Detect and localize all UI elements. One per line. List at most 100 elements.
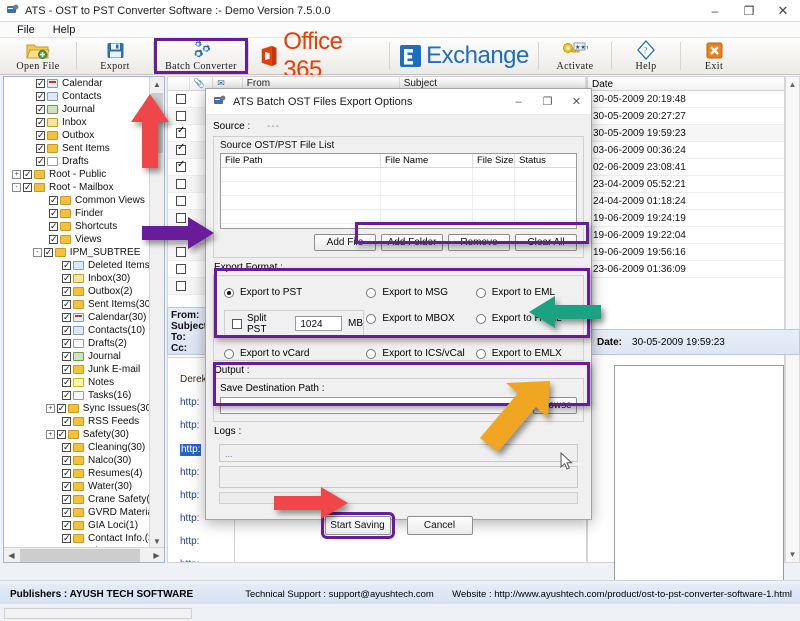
tree-node[interactable]: Junk E-mail bbox=[4, 363, 150, 376]
tree-node-checkbox[interactable] bbox=[36, 131, 45, 140]
browse-button[interactable]: Browse bbox=[533, 397, 577, 414]
toolbar-button-activate[interactable]: ★★★ Activate bbox=[539, 38, 611, 74]
tree-node-checkbox[interactable] bbox=[62, 456, 71, 465]
message-row-checkbox[interactable] bbox=[176, 196, 186, 206]
tree-node-checkbox[interactable] bbox=[62, 339, 71, 348]
radio-export-to-pst[interactable]: Export to PST bbox=[224, 284, 366, 301]
body-link-line[interactable]: http: bbox=[180, 444, 201, 456]
toolbar-button-exit[interactable]: Exit bbox=[681, 38, 747, 74]
tree-node[interactable]: Calendar bbox=[4, 77, 150, 90]
expand-icon[interactable]: + bbox=[46, 430, 55, 439]
scroll-up-icon[interactable]: ▲ bbox=[150, 77, 164, 92]
tree-node-checkbox[interactable] bbox=[62, 534, 71, 543]
column-blank[interactable] bbox=[168, 76, 190, 91]
message-row-checkbox[interactable] bbox=[176, 281, 186, 291]
split-pst-checkbox[interactable] bbox=[232, 319, 242, 329]
tree-node[interactable]: Finder bbox=[4, 207, 150, 220]
tree-node-checkbox[interactable] bbox=[36, 157, 45, 166]
tree-node[interactable]: Inbox bbox=[4, 116, 150, 129]
tree-node-checkbox[interactable] bbox=[62, 495, 71, 504]
tree-vertical-scrollbar[interactable]: ▲ ▼ bbox=[149, 77, 164, 549]
tree-node[interactable]: +Safety(30) bbox=[4, 428, 150, 441]
tree-node-checkbox[interactable] bbox=[62, 521, 71, 530]
tree-node-checkbox[interactable] bbox=[62, 313, 71, 322]
tree-node[interactable]: Nalco(30) bbox=[4, 454, 150, 467]
tree-node[interactable]: -IPM_SUBTREE bbox=[4, 246, 150, 259]
message-row-checkbox[interactable] bbox=[176, 111, 186, 121]
tree-horizontal-scrollbar[interactable]: ◀ ▶ bbox=[4, 547, 164, 562]
tree-node[interactable]: Crane Safety(3) bbox=[4, 493, 150, 506]
dialog-maximize-button[interactable]: ❐ bbox=[533, 89, 562, 115]
tree-node[interactable]: RSS Feeds bbox=[4, 415, 150, 428]
tree-node[interactable]: Calendar(30) bbox=[4, 311, 150, 324]
tree-node-checkbox[interactable] bbox=[62, 391, 71, 400]
toolbar-button-help[interactable]: ? Help bbox=[612, 38, 680, 74]
scroll-down-icon[interactable]: ▼ bbox=[786, 547, 799, 562]
scroll-left-icon[interactable]: ◀ bbox=[4, 548, 19, 563]
toolbar-button-batch-converter[interactable]: Batch Converter bbox=[154, 38, 248, 74]
tree-node-checkbox[interactable] bbox=[62, 326, 71, 335]
body-link-line[interactable]: http: bbox=[168, 536, 234, 548]
tree-node[interactable]: Water(30) bbox=[4, 480, 150, 493]
toolbar-button-exchange[interactable]: Exchange bbox=[390, 38, 538, 74]
table-row[interactable] bbox=[221, 168, 576, 182]
close-button[interactable]: ✕ bbox=[766, 0, 800, 22]
radio-export-to-emlx[interactable]: Export to EMLX bbox=[476, 345, 583, 362]
tree-node-checkbox[interactable] bbox=[62, 261, 71, 270]
tree-node[interactable]: GIA Loci(1) bbox=[4, 519, 150, 532]
collapse-icon[interactable]: - bbox=[12, 183, 21, 192]
message-row-checkbox[interactable] bbox=[176, 128, 186, 138]
tree-node-checkbox[interactable] bbox=[62, 274, 71, 283]
footer-website[interactable]: Website : http://www.ayushtech.com/produ… bbox=[452, 589, 792, 600]
tree-node[interactable]: Deleted Items bbox=[4, 259, 150, 272]
tree-node-checkbox[interactable] bbox=[62, 352, 71, 361]
date-cell[interactable]: 19-06-2009 19:24:19 bbox=[588, 210, 784, 227]
radio-export-to-ics-vcal[interactable]: Export to ICS/vCal bbox=[366, 345, 475, 362]
tree-node-checkbox[interactable] bbox=[36, 92, 45, 101]
message-row-checkbox[interactable] bbox=[176, 162, 186, 172]
tree-node[interactable]: Outbox bbox=[4, 129, 150, 142]
tree-node-checkbox[interactable] bbox=[62, 287, 71, 296]
clear-all-button[interactable]: Clear All bbox=[515, 234, 577, 251]
date-cell[interactable]: 23-06-2009 01:36:09 bbox=[588, 261, 784, 278]
collapse-icon[interactable]: - bbox=[33, 248, 42, 257]
tree-node[interactable]: Drafts bbox=[4, 155, 150, 168]
tree-node[interactable]: Shortcuts bbox=[4, 220, 150, 233]
dialog-close-button[interactable]: ✕ bbox=[562, 89, 591, 115]
tree-node-checkbox[interactable] bbox=[49, 209, 58, 218]
folder-tree-list[interactable]: CalendarContactsJournalInboxOutboxSent I… bbox=[4, 77, 150, 549]
date-cell[interactable]: 02-06-2009 23:08:41 bbox=[588, 159, 784, 176]
message-row-checkbox[interactable] bbox=[176, 264, 186, 274]
date-cell[interactable]: 03-06-2009 00:36:24 bbox=[588, 142, 784, 159]
tree-node[interactable]: Cleaning(30) bbox=[4, 441, 150, 454]
date-cell[interactable]: 30-05-2009 19:59:23 bbox=[588, 125, 784, 142]
add-folder-button[interactable]: Add Folder bbox=[381, 234, 443, 251]
menu-item-help[interactable]: Help bbox=[44, 24, 85, 36]
add-file-button[interactable]: Add File bbox=[314, 234, 376, 251]
tree-node-checkbox[interactable] bbox=[36, 105, 45, 114]
message-row-checkbox[interactable] bbox=[176, 247, 186, 257]
tree-node-checkbox[interactable] bbox=[62, 443, 71, 452]
radio-export-to-eml[interactable]: Export to EML bbox=[476, 284, 583, 301]
tree-node-checkbox[interactable] bbox=[57, 404, 66, 413]
cancel-button[interactable]: Cancel bbox=[407, 516, 473, 535]
tree-node-checkbox[interactable] bbox=[49, 196, 58, 205]
tree-node[interactable]: Journal bbox=[4, 350, 150, 363]
column-status[interactable]: Status bbox=[515, 154, 575, 167]
radio-export-to-html[interactable]: Export to HTML bbox=[476, 310, 583, 327]
tree-node-checkbox[interactable] bbox=[62, 469, 71, 478]
tree-node[interactable]: Common Views bbox=[4, 194, 150, 207]
split-size-input[interactable]: 1024 bbox=[295, 316, 342, 331]
date-column-header[interactable]: Date bbox=[587, 76, 785, 91]
tree-node-checkbox[interactable] bbox=[57, 430, 66, 439]
toolbar-button-office-365[interactable]: Office 365 bbox=[249, 38, 389, 74]
message-row-checkbox[interactable] bbox=[176, 94, 186, 104]
tree-node-checkbox[interactable] bbox=[44, 248, 53, 257]
tree-node[interactable]: GVRD Materials(6) bbox=[4, 506, 150, 519]
message-row-checkbox[interactable] bbox=[176, 145, 186, 155]
date-cell[interactable]: 30-05-2009 20:19:48 bbox=[588, 91, 784, 108]
scroll-up-icon[interactable]: ▲ bbox=[786, 77, 799, 92]
tree-node-checkbox[interactable] bbox=[36, 144, 45, 153]
table-row[interactable] bbox=[221, 210, 576, 224]
folder-tree-pane[interactable]: CalendarContactsJournalInboxOutboxSent I… bbox=[3, 76, 165, 563]
